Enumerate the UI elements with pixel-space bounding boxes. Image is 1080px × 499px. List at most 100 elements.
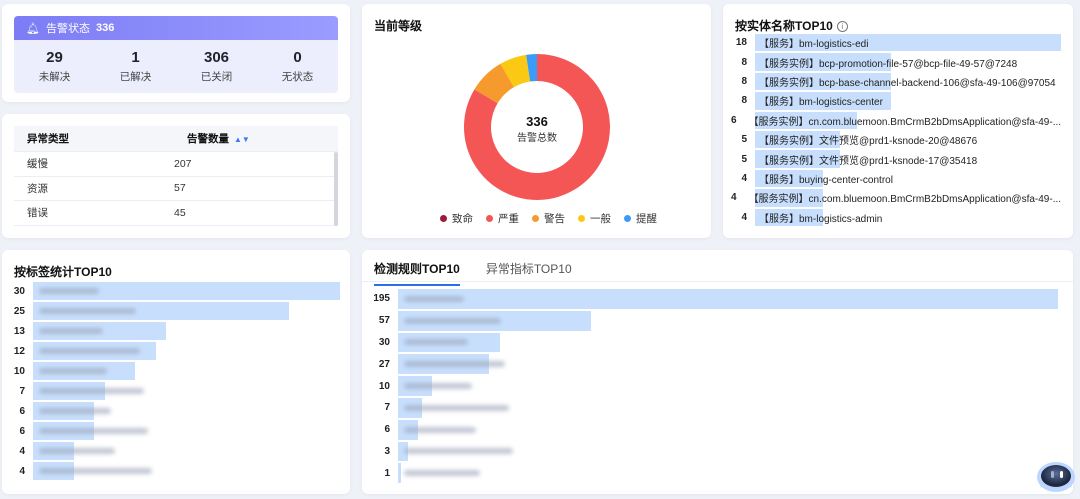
column-header-type: 异常类型 <box>27 133 69 145</box>
bar-row[interactable]: 30 <box>7 281 341 301</box>
legend-label: 提醒 <box>636 213 657 225</box>
bar-label: 【服务】bm-logistics-center <box>759 97 883 109</box>
bar-row[interactable]: 13 <box>7 321 341 341</box>
bar-row[interactable]: 4 <box>7 441 341 461</box>
bar-row[interactable]: 1 <box>368 462 1060 484</box>
bar-row[interactable]: 4 <box>7 461 341 481</box>
stat-unresolved[interactable]: 29 未解决 <box>14 40 95 93</box>
bar-value: 7 <box>384 402 390 414</box>
bar-row[interactable]: 10 <box>7 361 341 381</box>
bar-row[interactable]: 5 【服务实例】文件预览@prd1-ksnode-17@35418 <box>731 149 1061 168</box>
anomaly-type-card: 异常类型 告警数量 ▲▼ 缓慢 207 资源 57 错误 45 <box>2 114 350 238</box>
alert-status-card: 🔔︎ 告警状态 336 29 未解决 1 已解决 306 已关闭 0 无状态 <box>2 4 350 102</box>
stat-resolved[interactable]: 1 已解决 <box>95 40 176 93</box>
bar <box>398 463 402 484</box>
legend-label: 严重 <box>498 213 519 225</box>
bar-row[interactable]: 195 <box>368 288 1060 310</box>
legend-item[interactable]: 警告 <box>532 211 565 226</box>
redacted-label <box>39 388 144 394</box>
stat-value: 1 <box>131 49 140 66</box>
stat-none[interactable]: 0 无状态 <box>257 40 338 93</box>
alert-status-title: 告警状态 <box>45 23 90 35</box>
stat-value: 0 <box>293 49 302 66</box>
bar-row[interactable]: 30 <box>368 332 1060 354</box>
redacted-label <box>39 408 111 414</box>
legend-dot <box>532 215 539 222</box>
legend-item[interactable]: 致命 <box>440 211 473 226</box>
legend-item[interactable]: 提醒 <box>624 211 657 226</box>
rule-top10-card: 检测规则TOP10 异常指标TOP10 195 57 30 27 10 7 6 3 1 <box>362 250 1073 494</box>
legend-item[interactable]: 一般 <box>578 211 611 226</box>
cell-type: 错误 <box>27 207 48 220</box>
bar-value: 3 <box>384 445 390 457</box>
redacted-label <box>404 317 501 324</box>
bar-row[interactable]: 25 <box>7 301 341 321</box>
redacted-label <box>39 308 136 314</box>
tab-metric-top10[interactable]: 异常指标TOP10 <box>486 260 572 286</box>
bar-label: 【服务】bm-logistics-admin <box>759 213 883 225</box>
bar-row[interactable]: 8 【服务】bm-logistics-center <box>731 91 1061 110</box>
entity-top10-card: 按实体名称TOP10 i 18 【服务】bm-logistics-edi 8 【服务实例… <box>723 4 1073 238</box>
bar-row[interactable]: 10 <box>368 375 1060 397</box>
bar-value: 6 <box>384 424 390 436</box>
assistant-robot-icon[interactable] <box>1034 455 1076 493</box>
bar-row[interactable]: 57 <box>368 310 1060 332</box>
bar-value: 8 <box>741 56 747 68</box>
bar-label: 【服务实例】cn.com.bluemoon.BmCrmB2bDmsApplica… <box>748 116 1062 128</box>
bar-value: 7 <box>19 385 25 397</box>
legend-item[interactable]: 严重 <box>486 211 519 226</box>
bar-row[interactable]: 5 【服务实例】文件预览@prd1-ksnode-20@48676 <box>731 130 1061 149</box>
bar <box>398 288 1058 309</box>
bar-value: 30 <box>13 285 25 297</box>
bar-row[interactable]: 7 <box>7 381 341 401</box>
bar-row[interactable]: 4 【服务】buying-center-control <box>731 169 1061 188</box>
entity-top10-title: 按实体名称TOP10 i <box>735 17 848 34</box>
redacted-label <box>39 468 152 474</box>
legend-dot <box>486 215 493 222</box>
cell-type: 缓慢 <box>27 158 48 171</box>
column-header-count-label: 告警数量 <box>187 133 229 145</box>
bar-row[interactable]: 8 【服务实例】bcp-promotion-file-57@bcp-file-49… <box>731 52 1061 71</box>
bar-value: 4 <box>19 465 25 477</box>
bar-value: 5 <box>741 134 747 146</box>
stat-closed[interactable]: 306 已关闭 <box>176 40 257 93</box>
bar-row[interactable]: 4 【服务】bm-logistics-admin <box>731 208 1061 227</box>
redacted-label <box>39 288 99 294</box>
bar-row[interactable]: 6 <box>7 421 341 441</box>
sort-icon[interactable]: ▲▼ <box>234 135 250 144</box>
stat-label: 已关闭 <box>200 71 233 83</box>
bar-row[interactable]: 4 【服务实例】cn.com.bluemoon.BmCrmB2bDmsApplic… <box>731 188 1061 207</box>
cell-count: 45 <box>174 206 186 219</box>
tab-rule-top10[interactable]: 检测规则TOP10 <box>374 260 460 286</box>
stat-label: 未解决 <box>38 71 71 83</box>
bar-value: 25 <box>13 305 25 317</box>
bar-row[interactable]: 7 <box>368 397 1060 419</box>
column-header-count[interactable]: 告警数量 ▲▼ <box>174 131 250 146</box>
bar-row[interactable]: 8 【服务实例】bcp-base-channel-backend-106@sfa-… <box>731 72 1061 91</box>
table-row: 缓慢 207 <box>14 152 338 177</box>
bar-row[interactable]: 12 <box>7 341 341 361</box>
bar-row[interactable]: 6 【服务实例】cn.com.bluemoon.BmCrmB2bDmsApplic… <box>731 111 1061 130</box>
bar-row[interactable]: 3 <box>368 441 1060 463</box>
level-legend: 致命 严重 警告 一般 提醒 <box>440 211 657 226</box>
bar-value: 4 <box>731 192 737 204</box>
bar-value: 4 <box>19 445 25 457</box>
redacted-label <box>404 470 480 477</box>
alert-status-total: 336 <box>95 22 115 34</box>
legend-dot <box>578 215 585 222</box>
bar-row[interactable]: 27 <box>368 353 1060 375</box>
table-scrollbar[interactable] <box>334 152 338 226</box>
redacted-label <box>39 428 148 434</box>
redacted-label <box>404 448 513 455</box>
redacted-label <box>39 448 115 454</box>
bar-row[interactable]: 6 <box>368 419 1060 441</box>
level-title: 当前等级 <box>374 19 423 33</box>
info-icon[interactable]: i <box>836 21 848 32</box>
legend-dot <box>624 215 631 222</box>
bar-value: 4 <box>741 172 747 184</box>
bar-row[interactable]: 6 <box>7 401 341 421</box>
tag-top10-card: 按标签统计TOP10 30 25 13 12 10 7 6 6 4 4 <box>2 250 350 494</box>
bar-row[interactable]: 18 【服务】bm-logistics-edi <box>731 33 1061 52</box>
bar-label: 【服务实例】bcp-base-channel-backend-106@sfa-4… <box>759 77 1056 89</box>
bar-value: 30 <box>378 336 390 348</box>
